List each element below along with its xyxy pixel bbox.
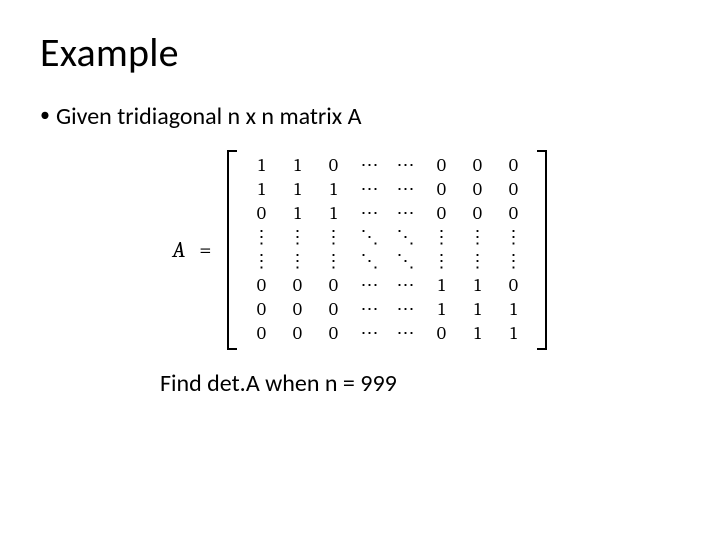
matrix-cell: 1	[243, 154, 279, 178]
matrix-cell: ⋱	[351, 226, 387, 250]
matrix-cell: 1	[459, 298, 495, 322]
matrix-cell: ⋯	[351, 202, 387, 226]
matrix-cell: 1	[459, 274, 495, 298]
matrix-cell: ⋯	[351, 322, 387, 346]
matrix-cell: 0	[243, 322, 279, 346]
matrix-cell: 1	[243, 178, 279, 202]
matrix-row: ⋮⋮⋮⋱⋱⋮⋮⋮	[243, 226, 531, 250]
matrix-cell: ⋮	[315, 226, 351, 250]
matrix-cell: 0	[423, 154, 459, 178]
matrix-row: 000⋯⋯011	[243, 322, 531, 346]
matrix-cell: 0	[495, 178, 531, 202]
matrix-row: 000⋯⋯111	[243, 298, 531, 322]
matrix-cell: ⋮	[459, 250, 495, 274]
matrix-cell: 0	[315, 322, 351, 346]
matrix-cell: ⋮	[243, 226, 279, 250]
matrix-cell: 1	[279, 178, 315, 202]
matrix-cell: 0	[495, 202, 531, 226]
matrix-cell: ⋮	[279, 226, 315, 250]
slide: Example • Given tridiagonal n x n matrix…	[0, 0, 720, 540]
matrix-row: ⋮⋮⋮⋱⋱⋮⋮⋮	[243, 250, 531, 274]
matrix-cell: 0	[279, 298, 315, 322]
matrix-equation: A = 110⋯⋯000111⋯⋯000011⋯⋯000⋮⋮⋮⋱⋱⋮⋮⋮⋮⋮⋮⋱…	[173, 150, 548, 350]
equals-sign: =	[199, 236, 211, 265]
slide-body: • Given tridiagonal n x n matrix A A = 1…	[40, 101, 680, 399]
matrix-cell: 1	[459, 322, 495, 346]
matrix-cell: ⋯	[387, 298, 423, 322]
matrix-cell: 1	[423, 274, 459, 298]
matrix-row: 110⋯⋯000	[243, 154, 531, 178]
matrix-cell: 0	[459, 178, 495, 202]
matrix-cell: 1	[279, 202, 315, 226]
matrix-cell: 0	[243, 202, 279, 226]
matrix-cell: ⋱	[387, 226, 423, 250]
matrix-cell: ⋯	[387, 202, 423, 226]
bullet-dot: •	[40, 101, 50, 129]
matrix-cell: 0	[459, 202, 495, 226]
matrix-cell: ⋯	[387, 274, 423, 298]
matrix-cell: 0	[315, 154, 351, 178]
matrix-cell: ⋮	[315, 250, 351, 274]
matrix-cell: ⋯	[351, 178, 387, 202]
matrix-cell: 0	[459, 154, 495, 178]
matrix-cell: 1	[315, 178, 351, 202]
matrix-cell: 0	[423, 322, 459, 346]
matrix-cell: ⋯	[387, 154, 423, 178]
matrix-row: 000⋯⋯110	[243, 274, 531, 298]
matrix-row: 011⋯⋯000	[243, 202, 531, 226]
matrix-cell: ⋯	[387, 322, 423, 346]
matrix-cell: 1	[495, 322, 531, 346]
matrix-cell: ⋮	[495, 250, 531, 274]
matrix-cell: ⋯	[351, 298, 387, 322]
matrix-cell: 0	[279, 322, 315, 346]
bullet-line: • Given tridiagonal n x n matrix A	[40, 101, 680, 132]
matrix-lhs: A	[173, 236, 186, 265]
bullet-text: Given tridiagonal n x n matrix A	[56, 101, 362, 132]
matrix-cell: ⋯	[387, 178, 423, 202]
matrix-cell: 0	[315, 298, 351, 322]
right-bracket	[537, 150, 547, 350]
matrix-cell: ⋮	[243, 250, 279, 274]
matrix-cell: ⋮	[459, 226, 495, 250]
left-bracket	[227, 150, 237, 350]
matrix-cell: 0	[423, 178, 459, 202]
matrix-cell: 1	[279, 154, 315, 178]
matrix-cell: 0	[315, 274, 351, 298]
slide-title: Example	[40, 28, 680, 77]
matrix-cell: ⋮	[279, 250, 315, 274]
matrix-grid: 110⋯⋯000111⋯⋯000011⋯⋯000⋮⋮⋮⋱⋱⋮⋮⋮⋮⋮⋮⋱⋱⋮⋮⋮…	[243, 154, 531, 346]
matrix-cell: 1	[315, 202, 351, 226]
matrix-cell: 0	[495, 274, 531, 298]
matrix-cell: 1	[423, 298, 459, 322]
matrix-cell: ⋱	[387, 250, 423, 274]
matrix-cell: ⋮	[423, 226, 459, 250]
matrix-cell: ⋯	[351, 154, 387, 178]
matrix-cell: 0	[243, 274, 279, 298]
matrix-cell: ⋮	[495, 226, 531, 250]
matrix-cell: ⋯	[351, 274, 387, 298]
question-text: Find det.A when n = 999	[160, 368, 397, 399]
matrix-row: 111⋯⋯000	[243, 178, 531, 202]
matrix-cell: 0	[423, 202, 459, 226]
matrix: 110⋯⋯000111⋯⋯000011⋯⋯000⋮⋮⋮⋱⋱⋮⋮⋮⋮⋮⋮⋱⋱⋮⋮⋮…	[227, 150, 547, 350]
matrix-cell: 0	[243, 298, 279, 322]
matrix-cell: 0	[279, 274, 315, 298]
matrix-cell: ⋮	[423, 250, 459, 274]
matrix-cell: 0	[495, 154, 531, 178]
matrix-cell: ⋱	[351, 250, 387, 274]
matrix-cell: 1	[495, 298, 531, 322]
